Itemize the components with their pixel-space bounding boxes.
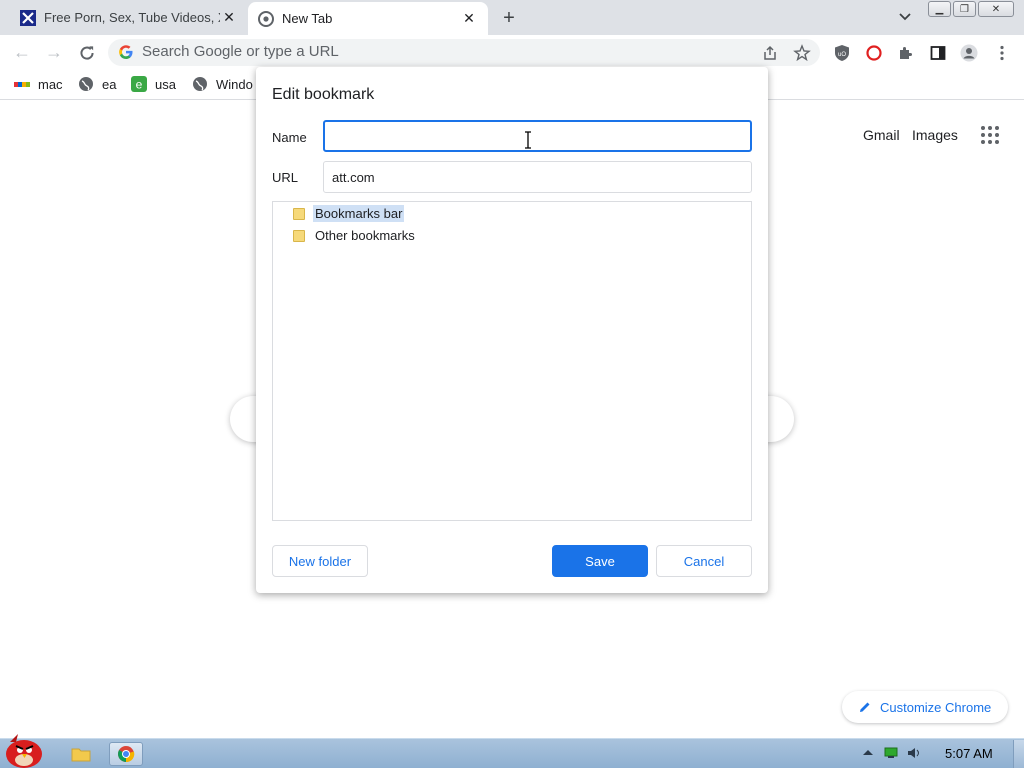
bookmark-label: Windo <box>216 76 253 92</box>
chrome-icon <box>118 746 135 763</box>
tab-xvideos[interactable]: Free Porn, Sex, Tube Videos, X ✕ <box>10 0 248 35</box>
folder-icon <box>71 748 91 762</box>
bookmark-mac[interactable]: mac <box>14 76 63 92</box>
side-panel-icon[interactable] <box>929 44 947 62</box>
pencil-icon <box>860 702 870 712</box>
ublock-shield-icon[interactable]: uO <box>833 44 851 62</box>
url-field[interactable]: att.com <box>323 161 752 193</box>
show-desktop-button[interactable] <box>1013 740 1024 768</box>
gmail-link[interactable]: Gmail <box>863 127 900 143</box>
minimize-button[interactable]: ▁ <box>928 1 951 17</box>
green-e-favicon-icon: e <box>131 76 147 92</box>
forward-arrow-icon[interactable]: → <box>44 42 64 62</box>
bookmark-label: mac <box>38 76 63 92</box>
ebay-favicon-icon <box>14 82 30 87</box>
restore-button[interactable]: ❐ <box>953 1 976 17</box>
close-tab-icon[interactable]: ✕ <box>220 9 238 27</box>
globe-icon <box>79 77 93 91</box>
url-label: URL <box>272 170 299 185</box>
name-label: Name <box>272 130 307 145</box>
folder-other-bookmarks[interactable]: Other bookmarks <box>293 227 417 244</box>
tray-expand-icon[interactable] <box>860 746 876 760</box>
text-cursor-icon <box>525 131 531 149</box>
window-close-button[interactable]: ✕ <box>978 1 1014 17</box>
x-favicon-icon <box>20 9 36 26</box>
taskbar-explorer[interactable] <box>64 742 98 766</box>
folder-icon <box>293 229 305 242</box>
tab-title: Free Porn, Sex, Tube Videos, X <box>44 10 220 25</box>
volume-icon[interactable] <box>906 746 922 760</box>
folder-tree[interactable]: Bookmarks bar Other bookmarks <box>272 201 752 521</box>
tab-title: New Tab <box>282 11 333 26</box>
tab-search-chevron-icon[interactable] <box>896 8 914 26</box>
opera-o-icon[interactable] <box>865 44 883 62</box>
folder-icon <box>293 207 305 220</box>
new-folder-button[interactable]: New folder <box>272 545 368 577</box>
dialog-title: Edit bookmark <box>272 86 375 103</box>
angry-bird-start-icon[interactable] <box>0 730 48 768</box>
omnibox-placeholder: Search Google or type a URL <box>142 43 339 60</box>
bookmark-windows[interactable]: Windo <box>192 76 253 92</box>
name-field[interactable] <box>323 120 752 152</box>
save-button[interactable]: Save <box>552 545 648 577</box>
bookmark-star-icon[interactable] <box>793 44 811 62</box>
taskbar-clock[interactable]: 5:07 AM <box>945 746 993 761</box>
bookmark-label: usa <box>155 76 176 92</box>
bookmark-ea[interactable]: ea <box>78 76 116 92</box>
folder-label: Bookmarks bar <box>313 205 405 222</box>
folder-label: Other bookmarks <box>315 228 415 243</box>
back-arrow-icon[interactable]: ← <box>12 42 32 62</box>
reload-icon[interactable] <box>77 43 97 63</box>
new-tab-button[interactable]: + <box>498 7 520 29</box>
cancel-button[interactable]: Cancel <box>656 545 752 577</box>
profile-avatar-icon[interactable] <box>960 44 978 62</box>
share-icon[interactable] <box>761 44 779 62</box>
close-tab-icon[interactable]: ✕ <box>460 10 478 28</box>
extensions-puzzle-icon[interactable] <box>897 44 915 62</box>
bookmark-label: ea <box>102 76 117 92</box>
customize-label: Customize Chrome <box>880 699 992 715</box>
folder-bookmarks-bar[interactable]: Bookmarks bar <box>293 205 405 222</box>
window-controls: ▁ ❐ ✕ <box>928 1 1014 17</box>
google-apps-icon[interactable] <box>981 126 999 144</box>
edit-bookmark-dialog: Edit bookmark Name URL att.com Bookmarks… <box>256 67 768 593</box>
google-g-icon <box>119 45 133 59</box>
customize-chrome-button[interactable]: Customize Chrome <box>842 691 1008 723</box>
bookmark-usa[interactable]: e usa <box>131 76 176 92</box>
globe-icon <box>193 77 207 91</box>
images-link[interactable]: Images <box>912 127 958 143</box>
chrome-favicon-icon <box>258 10 274 27</box>
tab-new-tab[interactable]: New Tab ✕ <box>248 2 488 35</box>
network-icon[interactable] <box>883 746 899 760</box>
menu-kebab-icon[interactable] <box>993 44 1011 62</box>
taskbar-chrome[interactable] <box>109 742 143 766</box>
svg-text:uO: uO <box>838 52 846 58</box>
svg-text:e: e <box>136 78 143 92</box>
